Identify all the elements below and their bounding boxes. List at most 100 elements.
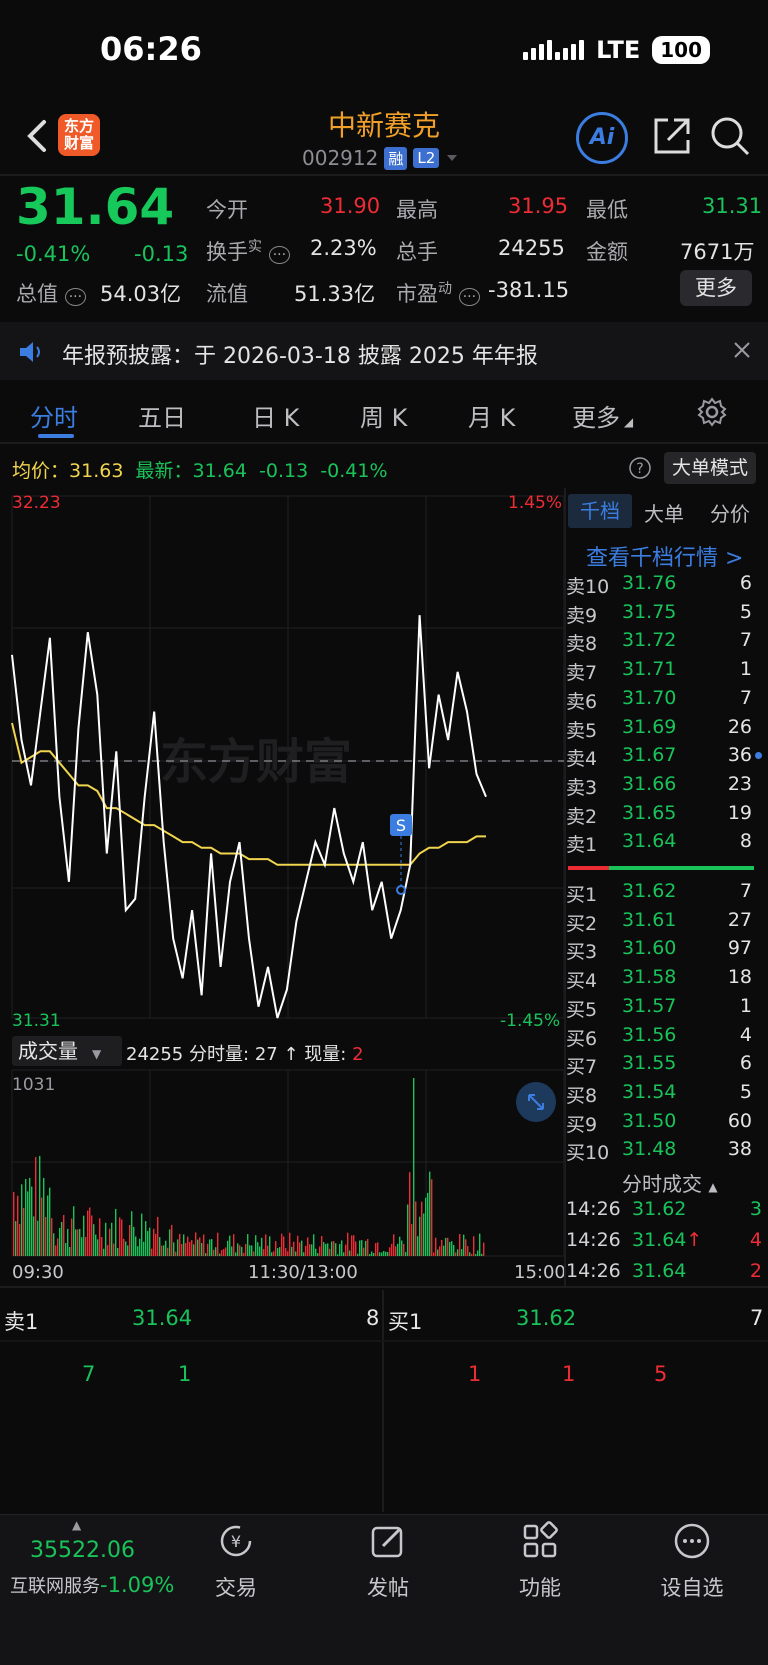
bid-row[interactable]: 买6 31.56 4	[566, 1024, 752, 1052]
tab-5day[interactable]: 五日	[138, 398, 186, 433]
level-price: 31.54	[622, 1080, 677, 1103]
volume-bar	[49, 1187, 51, 1256]
queue-bid-order: 1	[562, 1362, 576, 1386]
volume-chart[interactable]: 1031	[0, 1066, 566, 1262]
close-icon[interactable]	[732, 340, 752, 364]
change-value: -0.13	[134, 242, 189, 266]
turnover-label[interactable]: 换手实 ···	[206, 236, 291, 266]
notice-text[interactable]: 年报预披露：于 2026-03-18 披露 2025 年年报	[62, 338, 538, 370]
volume-bar	[401, 1240, 403, 1256]
intraday-chart[interactable]: 东方财富 32.23 1.45% 31.31 -1.45% S	[0, 488, 566, 1048]
volume-bar	[131, 1211, 133, 1256]
speaker-icon	[18, 340, 46, 368]
tab-daily-k[interactable]: 日 K	[252, 398, 299, 433]
bid-row[interactable]: 买8 31.54 5	[566, 1081, 752, 1109]
info-icon[interactable]: ···	[64, 288, 87, 306]
view-full-depth-link[interactable]: 查看千档行情 >	[586, 540, 743, 572]
bid-row[interactable]: 买9 31.50 60	[566, 1110, 752, 1138]
bid-row[interactable]: 买7 31.55 6	[566, 1052, 752, 1080]
volume-bar	[455, 1252, 457, 1256]
ask-row[interactable]: 卖6 31.70 7	[566, 687, 752, 715]
volume-bar	[345, 1244, 347, 1256]
info-icon[interactable]: ···	[268, 246, 291, 264]
indicator-select[interactable]: 成交量 ▼	[12, 1036, 122, 1066]
volume-bar	[209, 1239, 211, 1256]
volume-bar	[287, 1251, 289, 1256]
expand-icon[interactable]	[516, 1082, 556, 1122]
trade-row: 14:26 31.64↑ 4	[566, 1229, 762, 1251]
volume-bar	[117, 1248, 119, 1256]
ask-row[interactable]: 卖10 31.76 6	[566, 572, 752, 600]
volume-bar	[121, 1219, 123, 1256]
nav-post[interactable]: 发帖	[338, 1520, 438, 1602]
index-value[interactable]: 35522.06	[30, 1538, 135, 1563]
ai-assistant-button[interactable]: Ai	[576, 112, 628, 164]
status-indicators: LTE 100	[523, 36, 710, 64]
ask-row[interactable]: 卖1 31.64 8	[566, 830, 752, 858]
more-button[interactable]: 更多	[680, 270, 752, 306]
bid-row[interactable]: 买1 31.62 7	[566, 880, 752, 908]
bid-row[interactable]: 买5 31.57 1	[566, 995, 752, 1023]
ask-row[interactable]: 卖5 31.69 26	[566, 716, 752, 744]
back-icon[interactable]	[24, 116, 52, 166]
expand-up-icon[interactable]: ▲	[72, 1518, 81, 1532]
nav-functions[interactable]: 功能	[490, 1520, 590, 1602]
nav-trade[interactable]: ¥ 交易	[186, 1520, 286, 1602]
volume-bar	[385, 1251, 387, 1256]
ask-row[interactable]: 卖9 31.75 5	[566, 601, 752, 629]
stock-code-row[interactable]: 002912 融 L2	[302, 146, 459, 170]
tab-intraday[interactable]: 分时	[30, 398, 78, 433]
tab-big-orders[interactable]: 大单	[632, 498, 696, 527]
queue-ask-label: 卖1	[4, 1310, 39, 1334]
tab-weekly-k[interactable]: 周 K	[360, 398, 407, 433]
trades-title[interactable]: 分时成交 ▲	[622, 1168, 718, 1197]
share-icon[interactable]	[648, 112, 696, 160]
nav-add-watchlist[interactable]: 设自选	[642, 1520, 742, 1602]
volume-bar	[353, 1235, 355, 1256]
bid-row[interactable]: 买3 31.60 97	[566, 937, 752, 965]
volume-bar	[221, 1250, 223, 1256]
ask-row[interactable]: 卖4 31.67 36	[566, 744, 762, 772]
volume-bar	[69, 1247, 71, 1256]
tab-price-dist[interactable]: 分价	[698, 498, 762, 527]
ask-row[interactable]: 卖7 31.71 1	[566, 658, 752, 686]
pe-label[interactable]: 市盈动 ···	[396, 278, 481, 308]
volume-bar	[73, 1206, 75, 1256]
volume-bar	[379, 1252, 381, 1256]
bid-row[interactable]: 买10 31.48 38	[566, 1138, 752, 1166]
big-order-mode-button[interactable]: 大单模式	[664, 452, 756, 484]
ask-row[interactable]: 卖3 31.66 23	[566, 773, 752, 801]
bid-row[interactable]: 买2 31.61 27	[566, 909, 752, 937]
volume-bar	[333, 1241, 335, 1256]
level-label: 卖4	[566, 748, 598, 771]
tab-monthly-k[interactable]: 月 K	[468, 398, 515, 433]
volume-bar	[215, 1247, 217, 1256]
ask-row[interactable]: 卖8 31.72 7	[566, 629, 752, 657]
level-price: 31.60	[622, 937, 677, 960]
battery-icon: 100	[652, 36, 710, 64]
volume-bar	[55, 1245, 57, 1256]
level-qty: 7	[739, 629, 752, 652]
volume-bar	[425, 1197, 427, 1256]
volume-bar	[169, 1229, 171, 1256]
index-name[interactable]: 互联网服务-1.09%	[10, 1572, 174, 1598]
volume-bar	[75, 1229, 77, 1256]
svg-text:¥: ¥	[231, 1532, 241, 1551]
stock-name[interactable]: 中新赛克	[300, 104, 468, 144]
queue-ask-order: 7	[82, 1362, 96, 1386]
search-icon[interactable]	[706, 112, 754, 160]
settings-icon[interactable]	[696, 396, 728, 432]
queue-bid-label: 买1	[388, 1310, 423, 1334]
bid-row[interactable]: 买4 31.58 18	[566, 966, 752, 994]
tab-thousand-levels[interactable]: 千档	[568, 494, 632, 528]
ask-row[interactable]: 卖2 31.65 19	[566, 802, 752, 830]
mktcap-label[interactable]: 总值 ···	[16, 278, 87, 308]
info-icon[interactable]: ···	[458, 288, 481, 306]
level-label: 卖7	[566, 662, 598, 685]
tab-more[interactable]: 更多 ◢	[572, 398, 633, 433]
level-qty: 1	[739, 994, 752, 1017]
edit-icon	[371, 1526, 403, 1558]
help-icon[interactable]: ?	[628, 456, 652, 484]
volume-bar	[457, 1249, 459, 1256]
time-mid: 11:30/13:00	[248, 1262, 358, 1283]
